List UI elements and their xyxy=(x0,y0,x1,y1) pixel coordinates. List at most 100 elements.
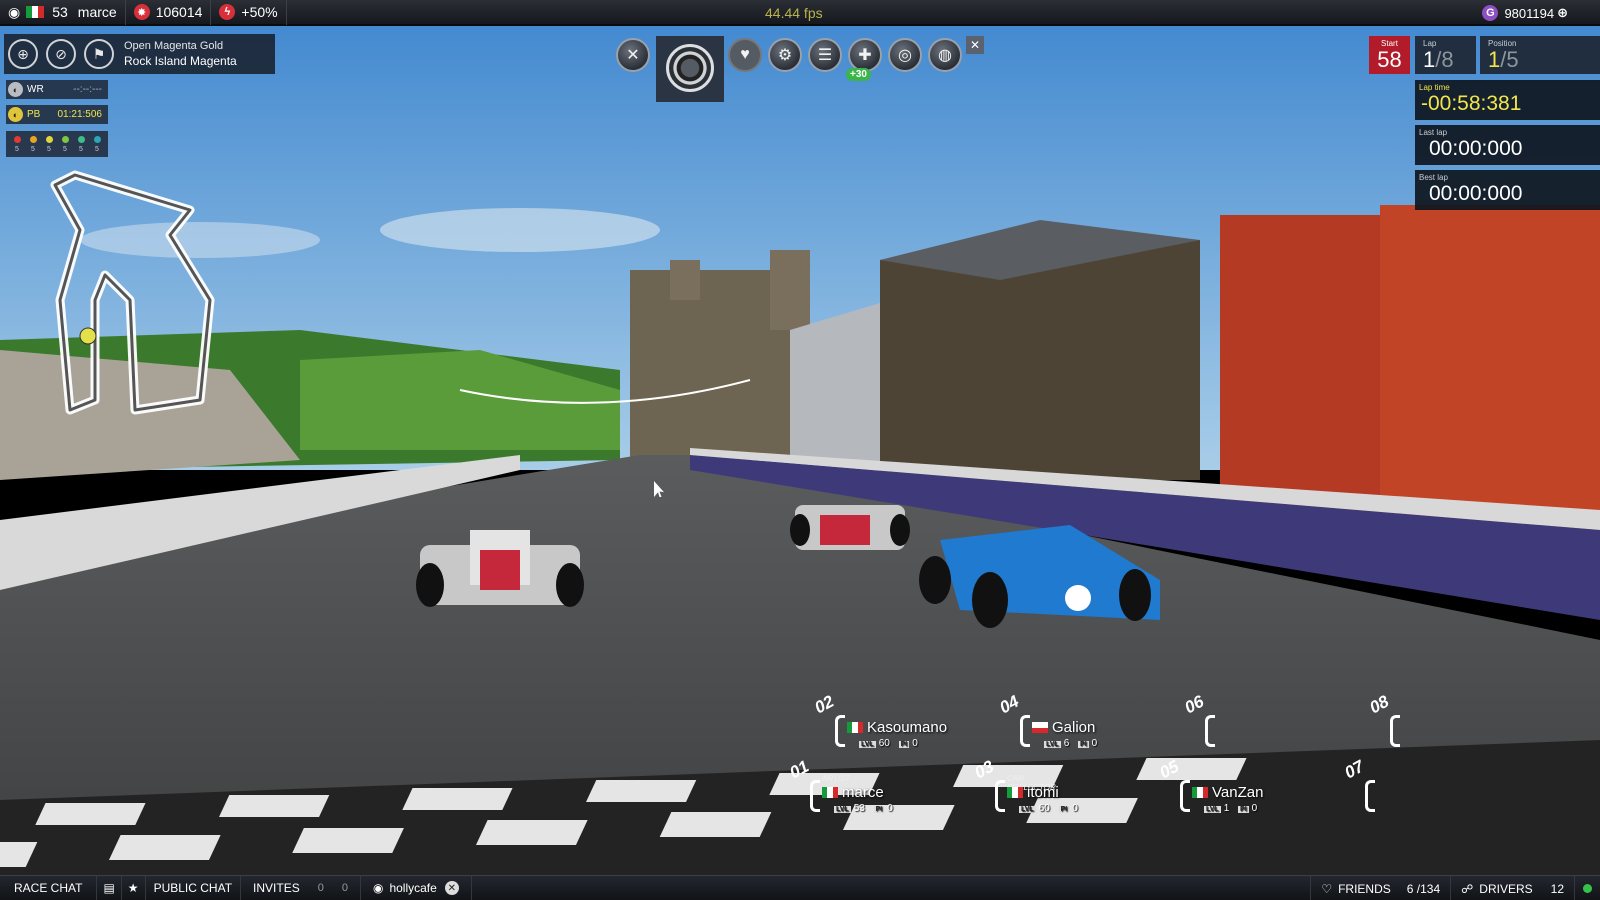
points-display: ✸ 106014 xyxy=(124,0,211,25)
lap-time-label: Lap time xyxy=(1419,83,1450,92)
online-status-icon xyxy=(1583,884,1592,893)
start-light: 5 xyxy=(61,135,69,153)
camera-toolbar: ✕ ♥ ⚙ ☰ ✚ ◎ ◍ ✕ +30 xyxy=(614,36,984,102)
driver-meta: LVL 60 PI 0 xyxy=(859,738,918,749)
event-name: Open Magenta Gold xyxy=(124,40,224,52)
position-counter: Position 1/5 xyxy=(1480,36,1600,74)
helmet-icon: ◉ xyxy=(372,881,384,895)
race-chat-tab[interactable]: RACE CHAT xyxy=(0,875,98,900)
driver-name-row: Kasoumano xyxy=(847,719,947,736)
profile-summary[interactable]: ◉ 53 marce xyxy=(0,0,125,25)
start-light: 5 xyxy=(45,135,53,153)
driver-name: VanZan xyxy=(1212,784,1264,801)
points-star-icon: ✸ xyxy=(133,4,150,20)
drivers-label: DRIVERS xyxy=(1479,881,1533,896)
close-chat-icon[interactable]: ✕ xyxy=(444,881,459,895)
boost-display: ϟ +50% xyxy=(210,0,285,25)
tire-icon[interactable]: ◍ xyxy=(928,38,962,72)
player-username: marce xyxy=(77,4,117,20)
event-panel: ⊕ ⊘ ⚑ Open Magenta Gold Rock Island Mage… xyxy=(4,34,275,74)
event-title: Open Magenta Gold Rock Island Magenta xyxy=(124,39,237,69)
race-chat-label: RACE CHAT xyxy=(14,881,83,895)
credits-display[interactable]: G 9801194 ⊕ xyxy=(1482,5,1568,21)
grid-bracket xyxy=(1365,780,1375,812)
lap-counter: Lap 1/8 xyxy=(1415,36,1476,74)
no-assist-icon[interactable]: ⊘ xyxy=(46,39,76,69)
boost-value: +50% xyxy=(241,4,278,20)
world-record-label: WR xyxy=(27,84,44,95)
driver-pi: 0 xyxy=(1072,803,1078,814)
start-light: 5 xyxy=(29,135,37,153)
best-lap-value: 00:00:000 xyxy=(1429,182,1523,205)
toolbar-close-button[interactable]: ✕ xyxy=(966,36,984,54)
steering-wheel-icon[interactable]: ◎ xyxy=(888,38,922,72)
driver-meta: LVL 53 PI 0 xyxy=(834,803,893,814)
grid-bracket xyxy=(1020,715,1030,747)
lap-time-panel: Lap time -00:58:381 xyxy=(1415,80,1600,120)
list-icon[interactable]: ☰ xyxy=(808,38,842,72)
flag-italy-icon xyxy=(1007,787,1023,798)
driver-name: itomi xyxy=(1027,784,1059,801)
top-bar: ◉ 53 marce ✸ 106014 ϟ +50% 44.44 fps G 9… xyxy=(0,0,1600,26)
driver-meta: LVL 60 PI 0 xyxy=(1019,803,1078,814)
add-credits-icon[interactable]: ⊕ xyxy=(1557,5,1568,21)
lightning-icon: ϟ xyxy=(219,4,236,20)
driver-name: Kasoumano xyxy=(867,719,948,736)
grid-bracket xyxy=(995,780,1005,812)
drivers-button[interactable]: ☍ DRIVERS 12 xyxy=(1451,876,1575,900)
personal-best-label: PB xyxy=(27,109,41,120)
driver-name-row: Galion xyxy=(1032,719,1095,736)
driver-level: 1 xyxy=(1223,803,1230,814)
last-lap-panel: Last lap 00:00:000 xyxy=(1415,125,1600,165)
driver-name: Galion xyxy=(1052,719,1096,736)
friend-name: hollycafe xyxy=(389,881,437,895)
start-lights: 5 5 5 5 5 5 xyxy=(6,131,108,157)
flag-italy-icon xyxy=(1192,787,1208,798)
favorites-star-icon[interactable]: ★ xyxy=(122,875,146,900)
best-lap-panel: Best lap 00:00:000 xyxy=(1415,170,1600,210)
helmet-icon: ◉ xyxy=(8,3,21,20)
driver-level: 60 xyxy=(1038,803,1050,814)
wrench-icon[interactable]: ✚ xyxy=(848,38,882,72)
invites-tab[interactable]: INVITES 0 0 xyxy=(241,875,361,900)
social-panel: ♡ FRIENDS 6 /134 ☍ DRIVERS 12 xyxy=(1310,876,1600,900)
position-current: 1 xyxy=(1488,47,1501,72)
tool-close-icon[interactable]: ✕ xyxy=(616,38,650,72)
position-total: /5 xyxy=(1500,47,1519,72)
camera-view-button[interactable] xyxy=(656,36,724,102)
target-icon xyxy=(666,44,714,92)
flag-italy-icon xyxy=(847,722,863,733)
world-record-value: --:--:--- xyxy=(73,84,102,95)
lap-time-value: -00:58:381 xyxy=(1421,92,1522,115)
checkered-flag-icon: ⚑ xyxy=(84,39,114,69)
gear-icon[interactable]: ⚙ xyxy=(768,38,802,72)
world-record-icon: ◐ xyxy=(8,82,23,97)
chat-log-icon[interactable]: ▤ xyxy=(97,875,122,900)
driver-pi: 0 xyxy=(1251,803,1258,814)
friends-button[interactable]: ♡ FRIENDS 6 /134 xyxy=(1310,876,1452,900)
fps-counter: 44.44 fps xyxy=(765,5,823,21)
drivers-group-icon: ☍ xyxy=(1461,881,1474,896)
lap-total: /8 xyxy=(1435,47,1454,72)
driver-pi: 0 xyxy=(912,738,918,749)
flag-poland-icon xyxy=(1032,722,1048,733)
public-chat-tab[interactable]: PUBLIC CHAT xyxy=(146,875,242,900)
driver-pi: 0 xyxy=(1091,738,1098,749)
top-divider xyxy=(285,0,287,25)
start-light: 5 xyxy=(13,135,21,153)
car-red-mid xyxy=(790,505,910,550)
driver-level: 53 xyxy=(853,803,865,814)
invites-label: INVITES xyxy=(253,881,300,895)
driver-name: marce xyxy=(842,784,884,801)
invites-count-b: 0 xyxy=(341,882,348,894)
globe-icon[interactable]: ⊕ xyxy=(8,39,38,69)
heart-icon[interactable]: ♥ xyxy=(728,38,762,72)
start-value: 58 xyxy=(1377,47,1402,72)
driver-meta: LVL 1 PI 0 xyxy=(1204,803,1258,814)
drivers-count: 12 xyxy=(1550,881,1564,896)
world-record-row: ◐ WR --:--:--- xyxy=(6,80,108,99)
driver-pi: 0 xyxy=(887,803,893,814)
friend-chat-tab[interactable]: ◉ hollycafe ✕ xyxy=(361,875,472,900)
repair-badge: +30 xyxy=(846,68,871,81)
grid-bracket xyxy=(1205,715,1215,747)
